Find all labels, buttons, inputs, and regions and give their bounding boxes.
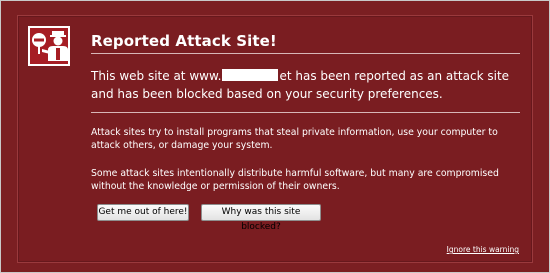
main-message: This web site at www. et has been reporte… — [91, 67, 521, 103]
page-title: Reported Attack Site! — [91, 32, 277, 50]
redacted-domain — [222, 69, 279, 81]
police-officer-stop-icon — [26, 24, 72, 68]
why-blocked-button[interactable]: Why was this site blocked? — [201, 204, 321, 232]
message-prefix: This web site at www. — [91, 69, 222, 83]
message-divider — [91, 112, 520, 113]
title-divider — [91, 53, 520, 54]
get-me-out-button[interactable]: Get me out of here! — [97, 204, 189, 221]
ignore-warning-link[interactable]: Ignore this warning — [447, 245, 519, 254]
error-page-background: Reported Attack Site! This web site at w… — [0, 0, 550, 273]
warning-panel: Reported Attack Site! This web site at w… — [17, 15, 533, 263]
explanation-paragraph-2: Some attack sites intentionally distribu… — [91, 168, 499, 192]
explanation-paragraph-1: Attack sites try to install programs tha… — [91, 127, 498, 151]
